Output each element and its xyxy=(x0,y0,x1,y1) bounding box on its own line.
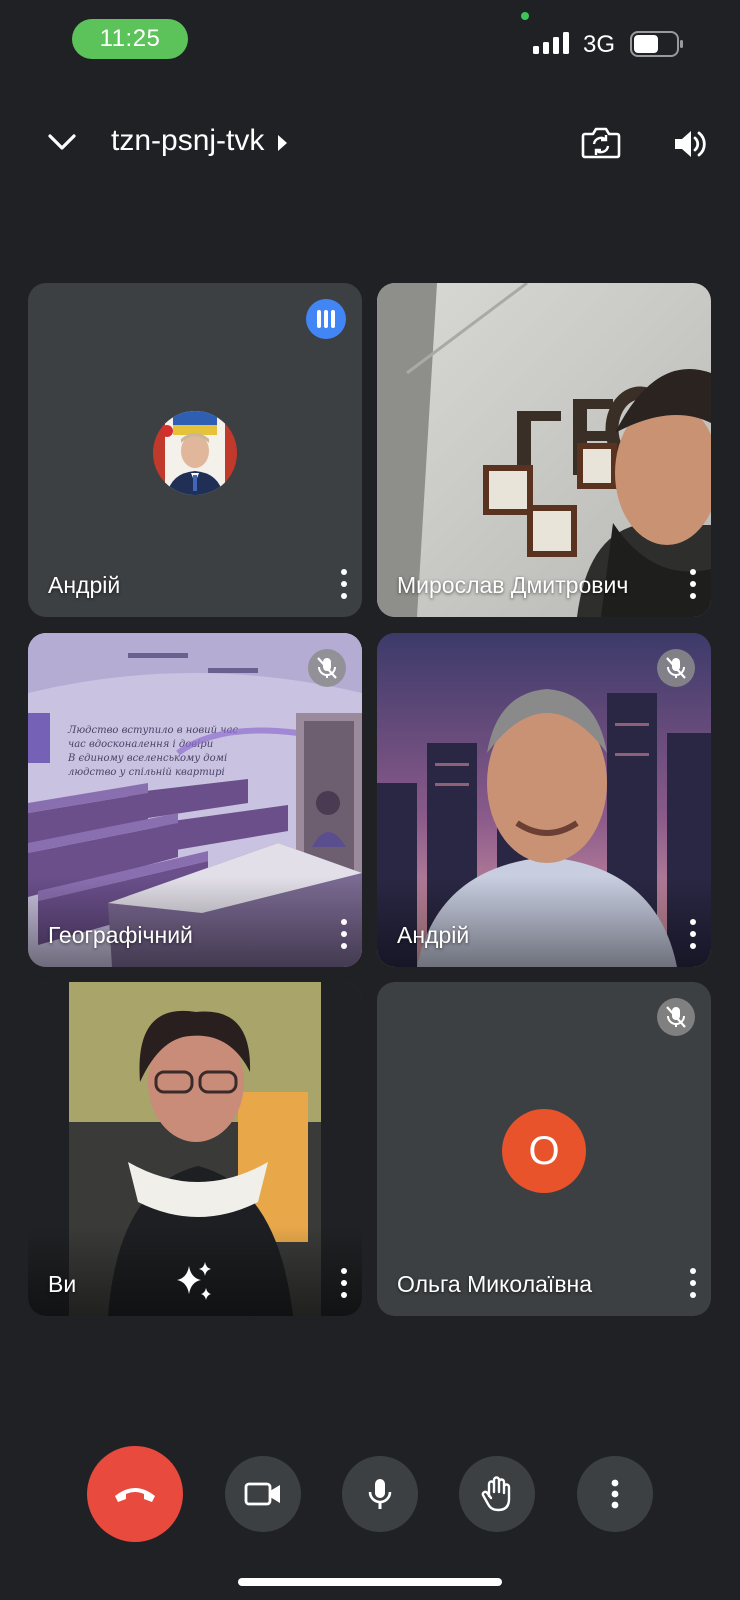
sparkle-effects-icon[interactable] xyxy=(173,1260,217,1304)
more-vertical-icon[interactable] xyxy=(687,919,699,949)
home-indicator[interactable] xyxy=(238,1578,502,1586)
signal-bars-icon xyxy=(533,32,569,54)
battery-icon xyxy=(630,31,683,57)
caret-right-icon xyxy=(278,134,288,151)
participant-name: Географічний xyxy=(48,922,193,948)
end-call-icon xyxy=(115,1488,155,1502)
participant-tile[interactable]: Людство вступило в новий час час вдоскон… xyxy=(28,633,362,967)
participant-tile[interactable]: Андрій xyxy=(28,283,362,617)
participant-name: Андрій xyxy=(397,922,470,948)
more-vertical-icon[interactable] xyxy=(338,919,350,949)
more-vertical-icon[interactable] xyxy=(338,1268,350,1298)
meeting-code: tzn-psnj-tvk xyxy=(111,124,265,157)
participant-name: Ольга Миколаївна xyxy=(397,1271,593,1297)
participant-tile[interactable]: Мирослав Дмитрович xyxy=(377,283,711,617)
svg-text:В єдиному вселенському домі: В єдиному вселенському домі xyxy=(67,753,227,764)
participant-name: Андрій xyxy=(48,572,121,598)
more-vertical-icon xyxy=(611,1479,619,1509)
raise-hand-button[interactable] xyxy=(459,1456,535,1532)
chevron-down-icon xyxy=(48,134,76,150)
video-camera-icon xyxy=(244,1482,280,1506)
mic-off-icon xyxy=(657,998,695,1036)
more-vertical-icon[interactable] xyxy=(338,569,350,599)
more-options-button[interactable] xyxy=(577,1456,653,1532)
camera-toggle-button[interactable] xyxy=(225,1456,301,1532)
microphone-toggle-button[interactable] xyxy=(342,1456,418,1532)
mic-off-icon xyxy=(308,649,346,687)
participant-name: Мирослав Дмитрович xyxy=(397,572,629,598)
self-view-tile[interactable]: Ви xyxy=(28,982,362,1316)
switch-camera-button[interactable] xyxy=(578,122,624,164)
switch-camera-icon xyxy=(581,127,621,159)
more-vertical-icon[interactable] xyxy=(687,1268,699,1298)
status-time: 11:25 xyxy=(72,19,188,59)
speaker-icon xyxy=(675,131,706,157)
avatar: О xyxy=(502,1109,586,1193)
participant-tile[interactable]: Андрій xyxy=(377,633,711,967)
network-type-label: 3G xyxy=(583,31,616,58)
audio-output-button[interactable] xyxy=(668,122,712,166)
collapse-button[interactable] xyxy=(40,120,84,164)
participant-tile[interactable]: О Ольга Миколаївна xyxy=(377,982,711,1316)
avatar xyxy=(153,411,237,495)
participant-name: Ви xyxy=(48,1271,77,1297)
meeting-info-button[interactable]: tzn-psnj-tvk xyxy=(111,124,288,158)
svg-text:людство у спільній квартирі: людство у спільній квартирі xyxy=(68,767,225,778)
speaking-indicator-icon xyxy=(306,299,346,339)
mic-off-icon xyxy=(657,649,695,687)
participant-video xyxy=(377,283,711,617)
camera-in-use-indicator xyxy=(521,12,529,20)
raise-hand-icon xyxy=(481,1476,511,1512)
more-vertical-icon[interactable] xyxy=(687,569,699,599)
microphone-icon xyxy=(368,1479,392,1509)
end-call-button[interactable] xyxy=(87,1446,183,1542)
